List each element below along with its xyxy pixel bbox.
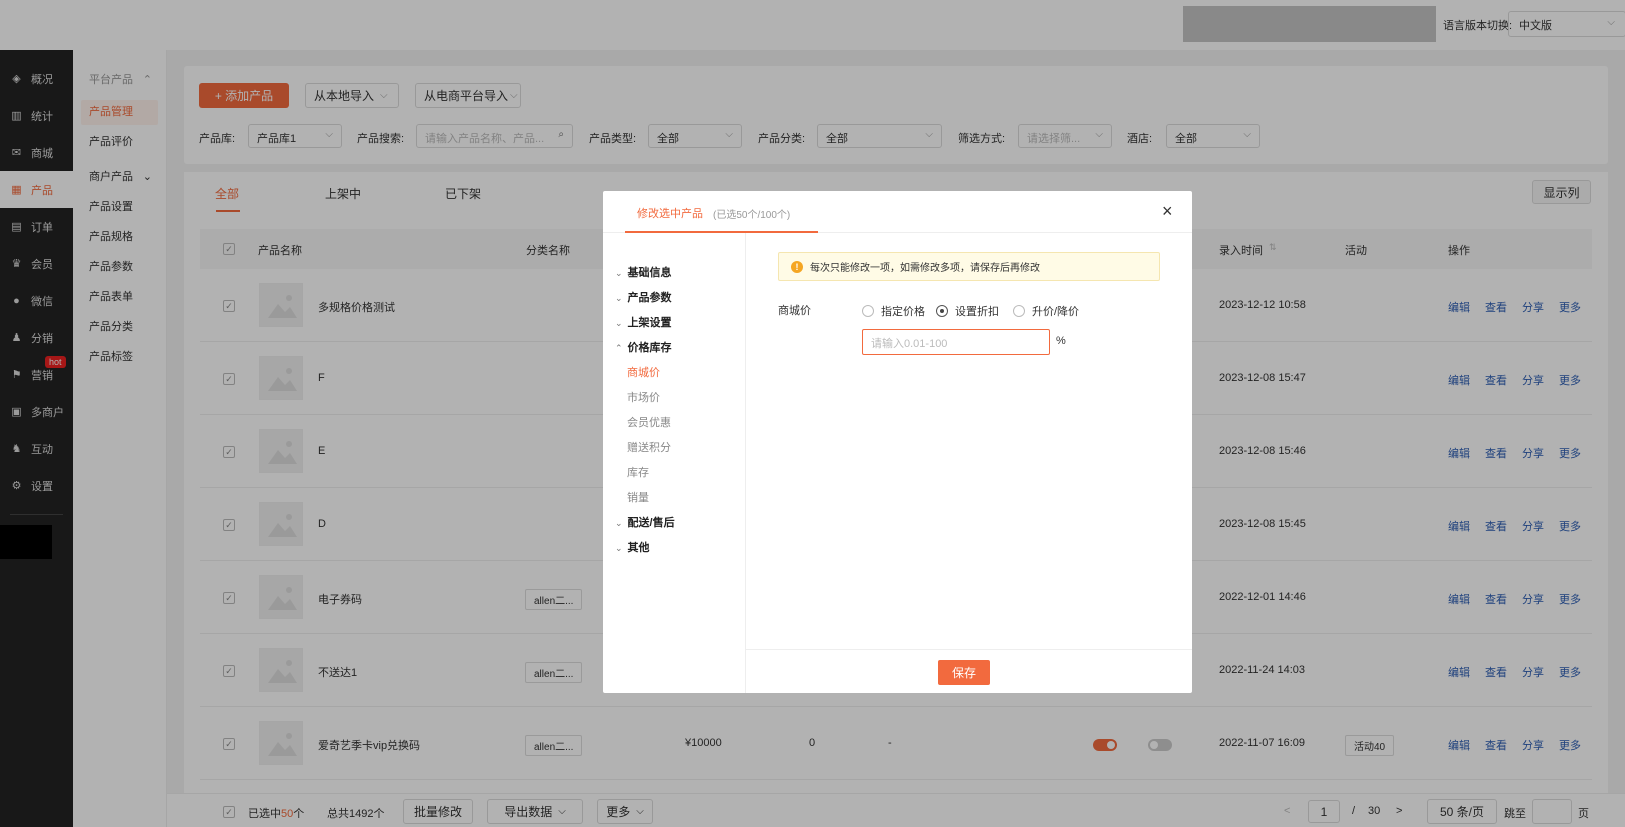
tree-item-sales[interactable]: 销量 bbox=[627, 489, 649, 505]
radio-fixed-price[interactable]: 指定价格 bbox=[862, 303, 925, 319]
radio-label: 升价/降价 bbox=[1032, 306, 1080, 318]
tree-group-shipping[interactable]: ⌄ 配送/售后 bbox=[615, 514, 675, 530]
close-icon[interactable]: × bbox=[1162, 201, 1173, 222]
discount-input[interactable]: 请输入0.01-100 bbox=[862, 329, 1050, 355]
tree-group-label: 产品参数 bbox=[627, 292, 672, 304]
radio-circle-selected bbox=[936, 305, 948, 317]
radio-circle bbox=[862, 305, 874, 317]
chevron-down-icon: ⌄ bbox=[615, 293, 623, 303]
tree-item-bonus-points[interactable]: 赠送积分 bbox=[627, 439, 671, 455]
tree-group-label: 上架设置 bbox=[627, 317, 672, 329]
tree-group-label: 价格库存 bbox=[627, 342, 672, 354]
tree-group-price-stock[interactable]: ⌃ 价格库存 bbox=[615, 339, 672, 355]
tree-group-label: 配送/售后 bbox=[627, 517, 675, 529]
tree-item-stock[interactable]: 库存 bbox=[627, 464, 649, 480]
tree-group-shelf-settings[interactable]: ⌄ 上架设置 bbox=[615, 314, 672, 330]
tree-group-product-params[interactable]: ⌄ 产品参数 bbox=[615, 289, 672, 305]
radio-raise-lower[interactable]: 升价/降价 bbox=[1013, 303, 1079, 319]
chevron-up-icon: ⌃ bbox=[615, 343, 623, 353]
tree-item-market-price[interactable]: 市场价 bbox=[627, 389, 660, 405]
notice-banner: ! 每次只能修改一项，如需修改多项，请保存后再修改 bbox=[778, 252, 1160, 281]
radio-label: 指定价格 bbox=[881, 306, 925, 318]
radio-circle bbox=[1013, 305, 1025, 317]
radio-label: 设置折扣 bbox=[955, 306, 999, 318]
tree-group-label: 基础信息 bbox=[627, 267, 672, 279]
mall-price-label: 商城价 bbox=[778, 305, 811, 317]
chevron-down-icon: ⌄ bbox=[615, 543, 623, 553]
tree-item-member-discount[interactable]: 会员优惠 bbox=[627, 414, 671, 430]
tree-group-other[interactable]: ⌄ 其他 bbox=[615, 539, 650, 555]
modal-title[interactable]: 修改选中产品 bbox=[637, 205, 703, 221]
modal-footer-divider bbox=[746, 649, 1192, 650]
warning-icon: ! bbox=[791, 260, 803, 273]
modal-subtitle: (已选50个/100个) bbox=[713, 210, 791, 221]
chevron-down-icon: ⌄ bbox=[615, 318, 623, 328]
radio-set-discount[interactable]: 设置折扣 bbox=[936, 303, 999, 319]
chevron-down-icon: ⌄ bbox=[615, 268, 623, 278]
tree-group-basic-info[interactable]: ⌄ 基础信息 bbox=[615, 264, 672, 280]
edit-products-modal: 修改选中产品 (已选50个/100个) × ⌄ 基础信息 ⌄ 产品参数 ⌄ 上架设置 … bbox=[603, 191, 1192, 693]
tree-item-mall-price[interactable]: 商城价 bbox=[627, 364, 660, 380]
notice-text: 每次只能修改一项，如需修改多项，请保存后再修改 bbox=[810, 263, 1040, 274]
chevron-down-icon: ⌄ bbox=[615, 518, 623, 528]
percent-unit: % bbox=[1056, 335, 1066, 347]
save-button[interactable]: 保存 bbox=[938, 660, 990, 685]
tree-group-label: 其他 bbox=[627, 542, 650, 554]
